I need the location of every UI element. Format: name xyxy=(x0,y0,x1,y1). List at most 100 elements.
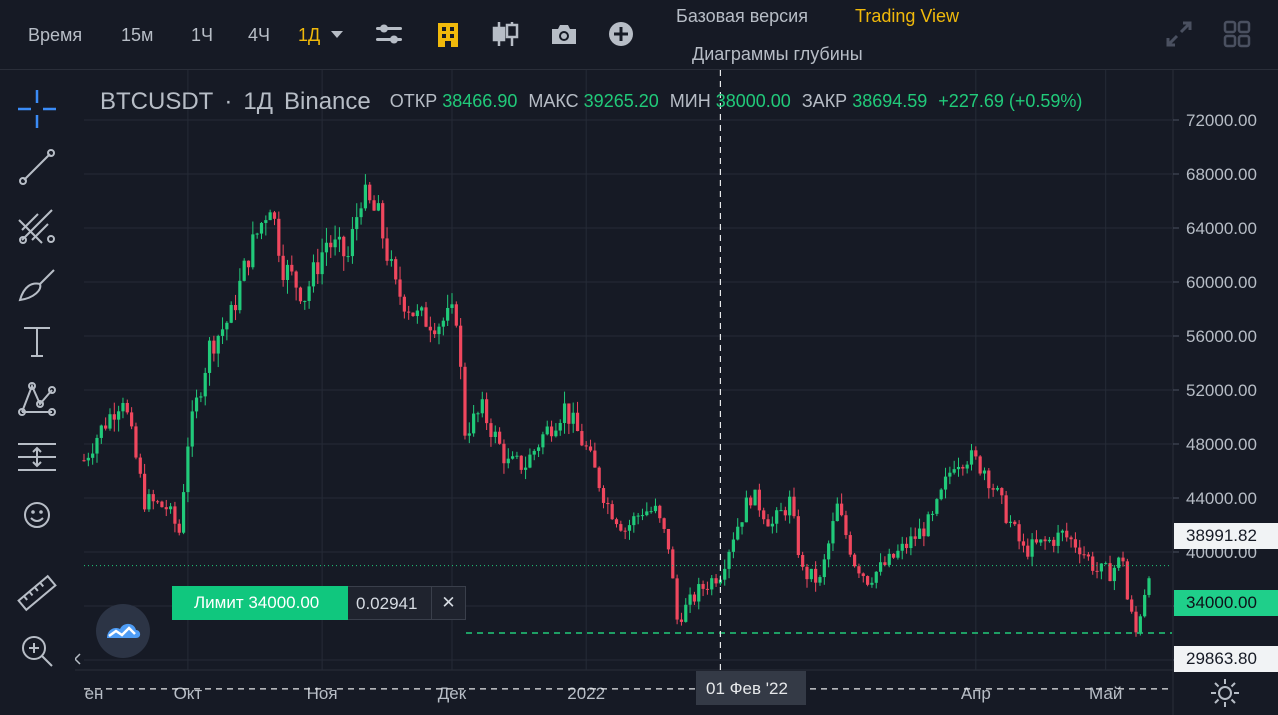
candle-body xyxy=(796,516,800,556)
building-icon[interactable] xyxy=(433,19,463,49)
candle-body xyxy=(259,222,264,234)
fullscreen-icon[interactable] xyxy=(1164,19,1194,49)
candle-body xyxy=(143,473,147,510)
indicator-settings-icon[interactable] xyxy=(374,19,404,49)
candle-body xyxy=(614,519,619,525)
depth-charts-tab[interactable]: Диаграммы глубины xyxy=(692,44,863,65)
candle-body xyxy=(853,554,857,567)
candle-body xyxy=(467,433,471,436)
fib-icon[interactable] xyxy=(14,202,60,248)
trading-view-tab[interactable]: Trading View xyxy=(855,6,959,27)
limit-order-label[interactable]: Лимит 34000.00 xyxy=(172,586,348,620)
candle-body xyxy=(203,372,207,397)
candle-body xyxy=(493,431,497,437)
candle-body xyxy=(155,501,160,503)
candle-body xyxy=(1026,545,1030,557)
candle-body xyxy=(238,280,242,311)
crosshair-icon[interactable] xyxy=(14,86,60,132)
cloud-logo-icon[interactable] xyxy=(96,604,150,658)
candle-body xyxy=(1086,554,1090,557)
interval-1d-button[interactable]: 1Д xyxy=(298,25,320,46)
candle-body xyxy=(558,423,562,431)
candle-body xyxy=(190,411,194,447)
limit-order-quantity[interactable]: 0.02941 xyxy=(348,586,432,620)
high-value: 39265.20 xyxy=(583,91,659,111)
low-value: 38000.00 xyxy=(715,91,791,111)
brush-icon[interactable] xyxy=(14,260,60,306)
camera-icon[interactable] xyxy=(549,19,579,49)
exchange-label: Binance xyxy=(284,88,371,115)
candle-body xyxy=(523,467,528,470)
candle-body xyxy=(939,489,943,500)
candle-body xyxy=(415,310,419,317)
candle-body xyxy=(220,329,225,336)
candle-body xyxy=(407,311,411,313)
candle-body xyxy=(1117,557,1121,568)
candle-body xyxy=(536,447,541,451)
candle-body xyxy=(381,203,385,239)
candle-body xyxy=(104,425,108,429)
candle-body xyxy=(571,412,575,424)
candle-body xyxy=(177,523,181,533)
candle-body xyxy=(255,233,259,235)
candle-body xyxy=(194,397,199,412)
candle-body xyxy=(1073,539,1078,548)
interval-dropdown-icon[interactable] xyxy=(328,22,346,46)
candles-icon[interactable] xyxy=(490,19,520,49)
zoom-in-icon[interactable] xyxy=(14,628,60,674)
candle-body xyxy=(376,203,380,211)
measure-icon[interactable] xyxy=(14,434,60,480)
x-tick-label: ен xyxy=(85,684,104,703)
open-label: ОТКР xyxy=(389,91,438,111)
candle-body xyxy=(891,553,896,558)
candle-body xyxy=(623,530,627,532)
pattern-icon[interactable] xyxy=(14,376,60,422)
candle-body xyxy=(597,467,601,489)
limit-order-line[interactable]: Лимит 34000.00 0.02941 ✕ xyxy=(172,586,466,620)
layout-grid-icon[interactable] xyxy=(1222,19,1252,49)
candle-body xyxy=(519,455,523,470)
back-chevron-icon[interactable] xyxy=(73,653,81,665)
gear-icon[interactable] xyxy=(1208,676,1242,710)
candle-body xyxy=(199,396,203,398)
candle-body xyxy=(922,528,926,537)
add-circle-icon[interactable] xyxy=(606,19,636,49)
candle-body xyxy=(770,523,774,527)
time-button[interactable]: Время xyxy=(28,25,82,46)
candle-body xyxy=(904,543,909,549)
candle-body xyxy=(874,571,878,583)
order-price-tag: 34000.00 xyxy=(1174,590,1278,616)
text-icon[interactable] xyxy=(14,318,60,364)
trend-line-icon[interactable] xyxy=(14,144,60,190)
candle-body xyxy=(705,588,710,590)
candle-body xyxy=(909,536,913,549)
candle-body xyxy=(1069,537,1073,540)
interval-15m-button[interactable]: 15м xyxy=(121,25,153,46)
candle-body xyxy=(86,457,90,461)
x-tick-label: Апр xyxy=(961,684,991,703)
candle-body xyxy=(584,445,588,447)
candle-body xyxy=(627,525,632,531)
basic-version-tab[interactable]: Базовая версия xyxy=(676,6,808,27)
candle-body xyxy=(1125,561,1129,600)
candle-body xyxy=(865,576,870,585)
candle-body xyxy=(549,426,554,437)
candle-body xyxy=(666,528,671,550)
candle-body xyxy=(476,413,480,415)
candle-body xyxy=(420,307,424,311)
candle-body xyxy=(688,594,692,605)
candle-body xyxy=(653,505,658,512)
close-order-icon[interactable]: ✕ xyxy=(432,586,466,620)
candle-body xyxy=(723,568,727,580)
candle-body xyxy=(515,455,519,457)
interval-4h-button[interactable]: 4Ч xyxy=(248,25,270,46)
candle-body xyxy=(684,604,688,622)
ruler-icon[interactable] xyxy=(14,570,60,616)
candle-body xyxy=(498,431,502,444)
candle-body xyxy=(692,594,697,602)
candle-body xyxy=(402,296,406,312)
candle-body xyxy=(368,184,372,201)
open-value: 38466.90 xyxy=(442,91,518,111)
emoji-icon[interactable] xyxy=(14,492,60,538)
interval-1h-button[interactable]: 1Ч xyxy=(191,25,213,46)
